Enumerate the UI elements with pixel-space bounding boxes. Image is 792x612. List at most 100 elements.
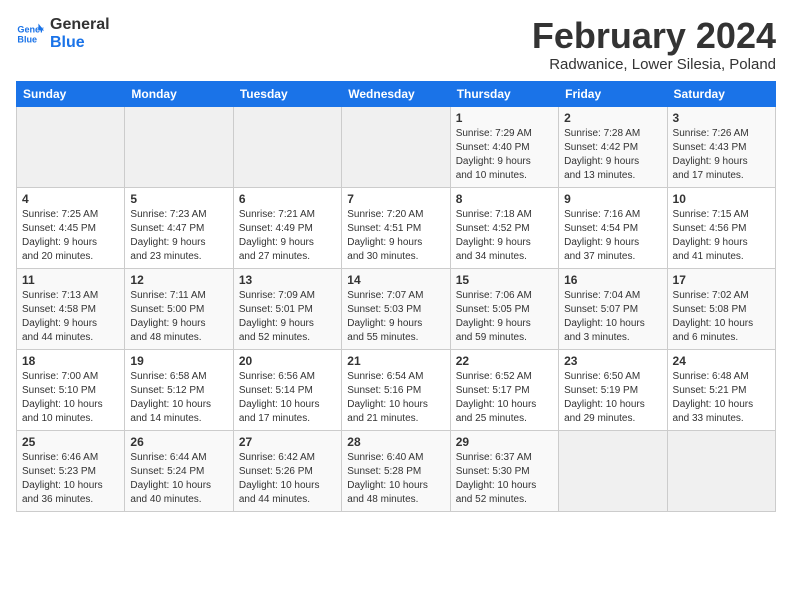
weekday-header-sunday: Sunday (17, 81, 125, 106)
day-info: Sunrise: 7:11 AMSunset: 5:00 PMDaylight:… (130, 289, 227, 345)
calendar-cell: 10 Sunrise: 7:15 AMSunset: 4:56 PMDayligh… (667, 187, 775, 268)
calendar-cell: 18 Sunrise: 7:00 AMSunset: 5:10 PMDayligh… (17, 349, 125, 430)
day-number: 10 (673, 192, 770, 206)
calendar-cell: 25 Sunrise: 6:46 AMSunset: 5:23 PMDayligh… (17, 430, 125, 511)
calendar-cell (17, 106, 125, 187)
day-info: Sunrise: 7:20 AMSunset: 4:51 PMDaylight:… (347, 208, 444, 264)
day-info: Sunrise: 7:25 AMSunset: 4:45 PMDaylight:… (22, 208, 119, 264)
day-info: Sunrise: 6:46 AMSunset: 5:23 PMDaylight:… (22, 451, 119, 507)
weekday-header-saturday: Saturday (667, 81, 775, 106)
calendar-cell: 13 Sunrise: 7:09 AMSunset: 5:01 PMDayligh… (233, 268, 341, 349)
calendar-cell: 17 Sunrise: 7:02 AMSunset: 5:08 PMDayligh… (667, 268, 775, 349)
day-number: 18 (22, 354, 119, 368)
day-number: 25 (22, 435, 119, 449)
calendar-cell: 7 Sunrise: 7:20 AMSunset: 4:51 PMDaylight… (342, 187, 450, 268)
calendar-week-2: 11 Sunrise: 7:13 AMSunset: 4:58 PMDayligh… (17, 268, 776, 349)
calendar-cell: 5Sunrise: 7:23 AMSunset: 4:47 PMDaylight… (125, 187, 233, 268)
day-number: 22 (456, 354, 553, 368)
svg-text:Blue: Blue (17, 34, 37, 44)
day-number: 14 (347, 273, 444, 287)
calendar-week-4: 25 Sunrise: 6:46 AMSunset: 5:23 PMDayligh… (17, 430, 776, 511)
calendar-week-0: 1 Sunrise: 7:29 AMSunset: 4:40 PMDaylight… (17, 106, 776, 187)
calendar-cell: 14 Sunrise: 7:07 AMSunset: 5:03 PMDayligh… (342, 268, 450, 349)
day-info: Sunrise: 7:13 AMSunset: 4:58 PMDaylight:… (22, 289, 119, 345)
calendar-cell: 22Sunrise: 6:52 AMSunset: 5:17 PMDayligh… (450, 349, 558, 430)
day-info: Sunrise: 6:48 AMSunset: 5:21 PMDaylight:… (673, 370, 770, 426)
calendar-cell: 11 Sunrise: 7:13 AMSunset: 4:58 PMDayligh… (17, 268, 125, 349)
day-info: Sunrise: 6:54 AMSunset: 5:16 PMDaylight:… (347, 370, 444, 426)
day-info: Sunrise: 6:56 AMSunset: 5:14 PMDaylight:… (239, 370, 336, 426)
day-info: Sunrise: 6:40 AMSunset: 5:28 PMDaylight:… (347, 451, 444, 507)
calendar-cell (667, 430, 775, 511)
weekday-header-wednesday: Wednesday (342, 81, 450, 106)
calendar-subtitle: Radwanice, Lower Silesia, Poland (532, 56, 776, 73)
day-info: Sunrise: 7:21 AMSunset: 4:49 PMDaylight:… (239, 208, 336, 264)
weekday-header-friday: Friday (559, 81, 667, 106)
day-number: 8 (456, 192, 553, 206)
day-info: Sunrise: 7:00 AMSunset: 5:10 PMDaylight:… (22, 370, 119, 426)
day-number: 24 (673, 354, 770, 368)
calendar-week-3: 18 Sunrise: 7:00 AMSunset: 5:10 PMDayligh… (17, 349, 776, 430)
day-number: 7 (347, 192, 444, 206)
calendar-cell: 9Sunrise: 7:16 AMSunset: 4:54 PMDaylight… (559, 187, 667, 268)
calendar-cell: 24 Sunrise: 6:48 AMSunset: 5:21 PMDayligh… (667, 349, 775, 430)
weekday-header-tuesday: Tuesday (233, 81, 341, 106)
logo-line2: Blue (50, 34, 85, 52)
calendar-cell: 3Sunrise: 7:26 AMSunset: 4:43 PMDaylight… (667, 106, 775, 187)
day-number: 16 (564, 273, 661, 287)
logo: General Blue General Blue (16, 16, 110, 51)
page-header: General Blue General Blue February 2024 … (16, 16, 776, 73)
day-info: Sunrise: 7:28 AMSunset: 4:42 PMDaylight:… (564, 127, 661, 183)
calendar-cell: 26Sunrise: 6:44 AMSunset: 5:24 PMDayligh… (125, 430, 233, 511)
day-number: 12 (130, 273, 227, 287)
calendar-cell: 12 Sunrise: 7:11 AMSunset: 5:00 PMDayligh… (125, 268, 233, 349)
logo-icon: General Blue (16, 20, 44, 48)
calendar-cell: 29 Sunrise: 6:37 AMSunset: 5:30 PMDayligh… (450, 430, 558, 511)
day-info: Sunrise: 7:07 AMSunset: 5:03 PMDaylight:… (347, 289, 444, 345)
day-number: 29 (456, 435, 553, 449)
day-number: 20 (239, 354, 336, 368)
calendar-table: SundayMondayTuesdayWednesdayThursdayFrid… (16, 81, 776, 512)
calendar-cell: 1 Sunrise: 7:29 AMSunset: 4:40 PMDaylight… (450, 106, 558, 187)
calendar-cell: 16 Sunrise: 7:04 AMSunset: 5:07 PMDayligh… (559, 268, 667, 349)
day-number: 17 (673, 273, 770, 287)
calendar-cell: 4 Sunrise: 7:25 AMSunset: 4:45 PMDaylight… (17, 187, 125, 268)
day-number: 6 (239, 192, 336, 206)
day-info: Sunrise: 7:18 AMSunset: 4:52 PMDaylight:… (456, 208, 553, 264)
calendar-cell: 6 Sunrise: 7:21 AMSunset: 4:49 PMDaylight… (233, 187, 341, 268)
calendar-cell (559, 430, 667, 511)
calendar-week-1: 4 Sunrise: 7:25 AMSunset: 4:45 PMDaylight… (17, 187, 776, 268)
day-number: 13 (239, 273, 336, 287)
weekday-header-thursday: Thursday (450, 81, 558, 106)
day-info: Sunrise: 7:06 AMSunset: 5:05 PMDaylight:… (456, 289, 553, 345)
day-info: Sunrise: 7:15 AMSunset: 4:56 PMDaylight:… (673, 208, 770, 264)
day-number: 1 (456, 111, 553, 125)
day-info: Sunrise: 6:50 AMSunset: 5:19 PMDaylight:… (564, 370, 661, 426)
day-info: Sunrise: 7:23 AMSunset: 4:47 PMDaylight:… (130, 208, 227, 264)
day-number: 15 (456, 273, 553, 287)
calendar-cell: 8 Sunrise: 7:18 AMSunset: 4:52 PMDaylight… (450, 187, 558, 268)
calendar-cell (233, 106, 341, 187)
day-info: Sunrise: 7:02 AMSunset: 5:08 PMDaylight:… (673, 289, 770, 345)
calendar-cell: 15 Sunrise: 7:06 AMSunset: 5:05 PMDayligh… (450, 268, 558, 349)
day-info: Sunrise: 7:29 AMSunset: 4:40 PMDaylight:… (456, 127, 553, 183)
day-info: Sunrise: 6:42 AMSunset: 5:26 PMDaylight:… (239, 451, 336, 507)
title-section: February 2024 Radwanice, Lower Silesia, … (532, 16, 776, 73)
day-number: 21 (347, 354, 444, 368)
day-number: 11 (22, 273, 119, 287)
weekday-header-row: SundayMondayTuesdayWednesdayThursdayFrid… (17, 81, 776, 106)
calendar-body: 1 Sunrise: 7:29 AMSunset: 4:40 PMDaylight… (17, 106, 776, 511)
calendar-header: SundayMondayTuesdayWednesdayThursdayFrid… (17, 81, 776, 106)
day-number: 4 (22, 192, 119, 206)
logo-line1: General (50, 16, 110, 34)
calendar-cell: 27 Sunrise: 6:42 AMSunset: 5:26 PMDayligh… (233, 430, 341, 511)
day-info: Sunrise: 7:04 AMSunset: 5:07 PMDaylight:… (564, 289, 661, 345)
day-info: Sunrise: 6:37 AMSunset: 5:30 PMDaylight:… (456, 451, 553, 507)
calendar-cell: 19Sunrise: 6:58 AMSunset: 5:12 PMDayligh… (125, 349, 233, 430)
calendar-cell: 23Sunrise: 6:50 AMSunset: 5:19 PMDayligh… (559, 349, 667, 430)
day-number: 28 (347, 435, 444, 449)
day-info: Sunrise: 6:44 AMSunset: 5:24 PMDaylight:… (130, 451, 227, 507)
day-number: 27 (239, 435, 336, 449)
weekday-header-monday: Monday (125, 81, 233, 106)
day-info: Sunrise: 7:09 AMSunset: 5:01 PMDaylight:… (239, 289, 336, 345)
